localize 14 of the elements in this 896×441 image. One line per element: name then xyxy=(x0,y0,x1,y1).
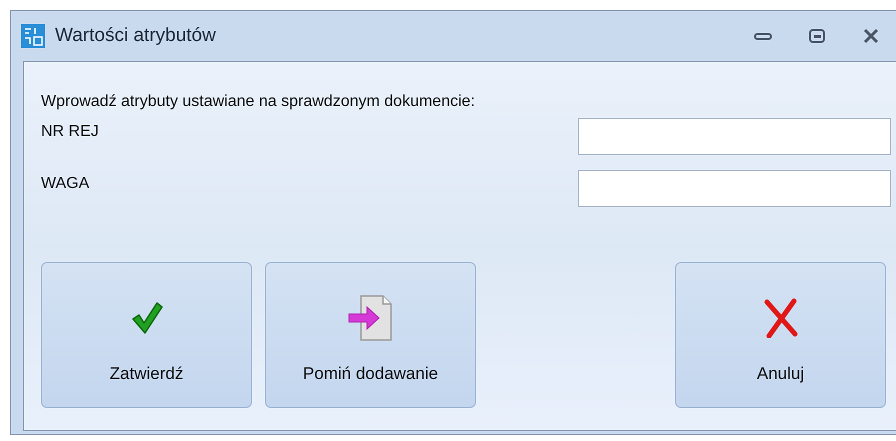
app-icon xyxy=(21,24,45,48)
close-icon xyxy=(862,28,880,44)
text-input[interactable] xyxy=(578,170,891,207)
text-input[interactable] xyxy=(578,118,891,155)
action-button[interactable]: Zatwierdź xyxy=(41,262,252,408)
field-label: NR REJ xyxy=(41,122,99,142)
cross-icon xyxy=(762,298,798,338)
action-button[interactable]: Anuluj xyxy=(675,262,886,408)
document-arrow-icon xyxy=(346,294,394,342)
prompt-text: Wprowadź atrybuty ustawiane na sprawdzonym dokumencie: xyxy=(41,92,476,112)
checkmark-icon xyxy=(130,301,162,335)
action-button[interactable]: Pomiń dodawanie xyxy=(265,262,476,408)
window-title: Wartości atrybutów xyxy=(55,24,216,48)
field-label: WAGA xyxy=(41,174,90,194)
